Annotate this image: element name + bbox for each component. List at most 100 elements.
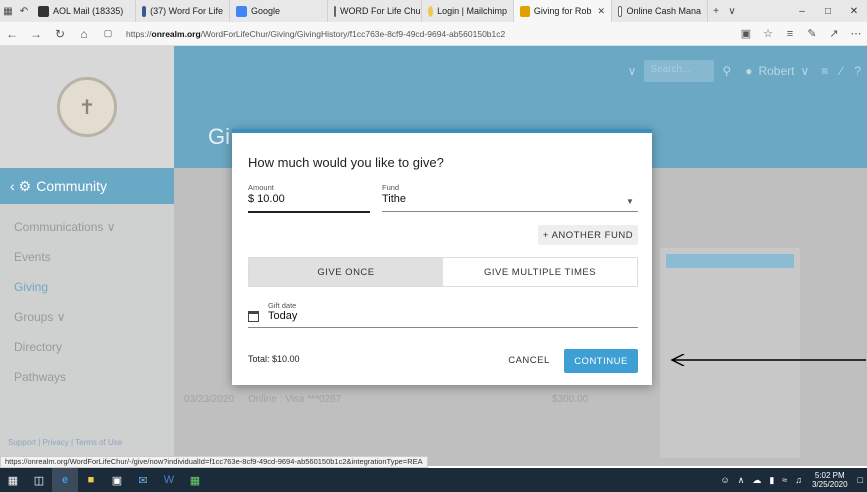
task-view-icon[interactable]: ◫ — [26, 468, 52, 492]
background-row-amount: $300.00 — [552, 394, 589, 405]
favorite-star-icon[interactable]: ☆ — [757, 27, 779, 40]
minimize-icon[interactable]: – — [789, 6, 815, 17]
gift-date-field[interactable]: Today — [268, 310, 297, 322]
volume-icon[interactable]: ♫ — [791, 475, 806, 485]
sidebar-item-directory[interactable]: Directory — [0, 332, 174, 362]
tab-word-for-life-facebook[interactable]: (37) Word For Life — [136, 0, 230, 22]
cancel-button[interactable]: CANCEL — [504, 349, 554, 371]
close-tab-icon[interactable]: ✕ — [597, 6, 605, 17]
sidebar-item-label: Pathways — [14, 370, 67, 384]
sidebar-community-header[interactable]: ‹ ⚙ Community — [0, 168, 174, 204]
more-icon[interactable]: ⋯ — [845, 27, 867, 40]
sidebar-title: Community — [36, 178, 108, 194]
cloud-icon[interactable]: ☁ — [748, 475, 765, 486]
sidebar-item-giving[interactable]: Giving — [0, 272, 174, 302]
forward-arrow-icon[interactable]: → — [24, 27, 48, 41]
wand-icon[interactable]: ∕ — [840, 64, 842, 78]
back-arrow-icon[interactable]: ← — [0, 27, 24, 41]
lock-icon: ▢ — [103, 28, 113, 38]
browser-tab-bar: ▦ ↶ AOL Mail (18335) (37) Word For Life … — [0, 0, 867, 22]
amount-label: Amount — [248, 183, 274, 192]
tab-label: Login | Mailchimp — [437, 6, 507, 16]
sidebar-item-label: Groups — [14, 310, 54, 324]
tab-aol-mail[interactable]: AOL Mail (18335) — [32, 0, 136, 22]
sidebar-item-events[interactable]: Events — [0, 242, 174, 272]
fund-underline — [382, 211, 638, 212]
sidebar-item-pathways[interactable]: Pathways — [0, 362, 174, 392]
refresh-icon[interactable]: ↻ — [48, 27, 72, 41]
windows-taskbar: ▦ ◫ e ■ ▣ ✉ W ▦ ☺ ∧ ☁ ▮ ≈ ♫ 5:02 PM 3/25… — [0, 468, 867, 492]
church-logo[interactable]: ✝ — [57, 77, 117, 137]
edge-icon[interactable]: e — [52, 468, 78, 492]
url-field[interactable]: https://onrealm.org/WordForLifeChur/Givi… — [126, 29, 735, 39]
tab-google[interactable]: Google — [230, 0, 328, 22]
url-scheme: https:// — [126, 28, 152, 39]
window-controls: – □ ✕ — [789, 0, 867, 22]
page-icon — [334, 5, 336, 17]
photos-icon[interactable]: ▦ — [182, 468, 208, 492]
tab-giving[interactable]: Giving for Rob ✕ — [514, 0, 612, 22]
search-icon[interactable]: ⚲ — [722, 64, 731, 78]
menu-icon[interactable]: ≡ — [821, 64, 828, 78]
tab-label: AOL Mail (18335) — [53, 6, 124, 16]
close-window-icon[interactable]: ✕ — [841, 6, 867, 17]
fund-select[interactable]: Tithe — [382, 193, 406, 205]
background-giving-card — [660, 248, 800, 458]
notifications-icon[interactable]: □ — [854, 475, 867, 485]
share-icon[interactable]: ↗ — [823, 27, 845, 40]
mail-icon[interactable]: ✉ — [130, 468, 156, 492]
tab-label: Giving for Rob — [533, 6, 592, 16]
amount-field[interactable]: $ 10.00 — [248, 193, 285, 205]
pen-icon[interactable]: ✎ — [801, 27, 823, 40]
give-modal: How much would you like to give? Amount … — [232, 129, 652, 385]
continue-button[interactable]: CONTINUE — [564, 349, 638, 373]
favorites-list-icon[interactable]: ≡ — [779, 28, 801, 40]
wifi-icon[interactable]: ≈ — [778, 475, 791, 485]
tab-mailchimp[interactable]: Login | Mailchimp — [422, 0, 514, 22]
add-another-fund-button[interactable]: + ANOTHER FUND — [538, 225, 638, 245]
tab-online-cash[interactable]: Online Cash Mana — [612, 0, 708, 22]
give-multiple-option[interactable]: GIVE MULTIPLE TIMES — [443, 258, 637, 286]
back-tabs-icon[interactable]: ↶ — [16, 0, 32, 22]
fund-label: Fund — [382, 183, 400, 192]
gear-icon: ⚙ — [18, 177, 32, 194]
start-windows-icon[interactable]: ▦ — [0, 468, 26, 492]
sidebar-item-communications[interactable]: Communications ∨ — [0, 212, 174, 242]
background-row-method: Online : Visa ***0287 — [248, 394, 342, 405]
tab-word-for-life-church[interactable]: WORD For Life Chu — [328, 0, 422, 22]
user-menu-chevron-icon[interactable]: ∨ — [800, 64, 809, 78]
reading-view-icon[interactable]: ▣ — [735, 27, 757, 40]
user-icon[interactable]: ● — [745, 64, 752, 78]
home-icon[interactable]: ⌂ — [72, 27, 96, 41]
help-icon[interactable]: ? — [854, 64, 861, 78]
window-menu-icon[interactable]: ▦ — [0, 0, 16, 22]
clock[interactable]: 5:02 PM 3/25/2020 — [806, 471, 854, 489]
url-domain: onrealm.org — [151, 28, 201, 39]
gift-date-label: Gift date — [268, 301, 297, 310]
address-bar: ← → ↻ ⌂ ▢ https://onrealm.org/WordForLif… — [0, 22, 867, 46]
new-tab-icon[interactable]: + — [708, 0, 724, 22]
header-dropdown-icon[interactable]: ∨ — [628, 64, 637, 78]
store-icon[interactable]: ▣ — [104, 468, 130, 492]
tab-label: (37) Word For Life — [150, 6, 223, 16]
background-row-date: 03/23/2020 — [184, 394, 235, 405]
fund-dropdown-icon[interactable]: ▼ — [626, 197, 634, 206]
search-input[interactable]: Search... — [644, 60, 715, 82]
facebook-icon — [142, 5, 147, 17]
sidebar-item-groups[interactable]: Groups ∨ — [0, 302, 174, 332]
people-icon[interactable]: ☺ — [717, 475, 734, 485]
maximize-icon[interactable]: □ — [815, 6, 841, 17]
battery-icon[interactable]: ▮ — [765, 475, 778, 486]
word-icon[interactable]: W — [156, 468, 182, 492]
chevron-left-icon: ‹ — [10, 178, 15, 194]
tab-list-chevron-icon[interactable]: ∨ — [724, 0, 740, 22]
user-name[interactable]: Robert — [758, 64, 794, 78]
sidebar-footer-links[interactable]: Support | Privacy | Terms of Use — [8, 438, 122, 447]
chevron-down-icon: ∨ — [106, 220, 116, 234]
url-path: /WordForLifeChur/Giving/GivingHistory/f1… — [200, 28, 506, 39]
realm-icon — [520, 5, 530, 17]
file-explorer-icon[interactable]: ■ — [78, 468, 104, 492]
tray-chevron-icon[interactable]: ∧ — [734, 475, 749, 486]
mailchimp-icon — [428, 5, 434, 17]
give-once-option[interactable]: GIVE ONCE — [249, 258, 443, 286]
